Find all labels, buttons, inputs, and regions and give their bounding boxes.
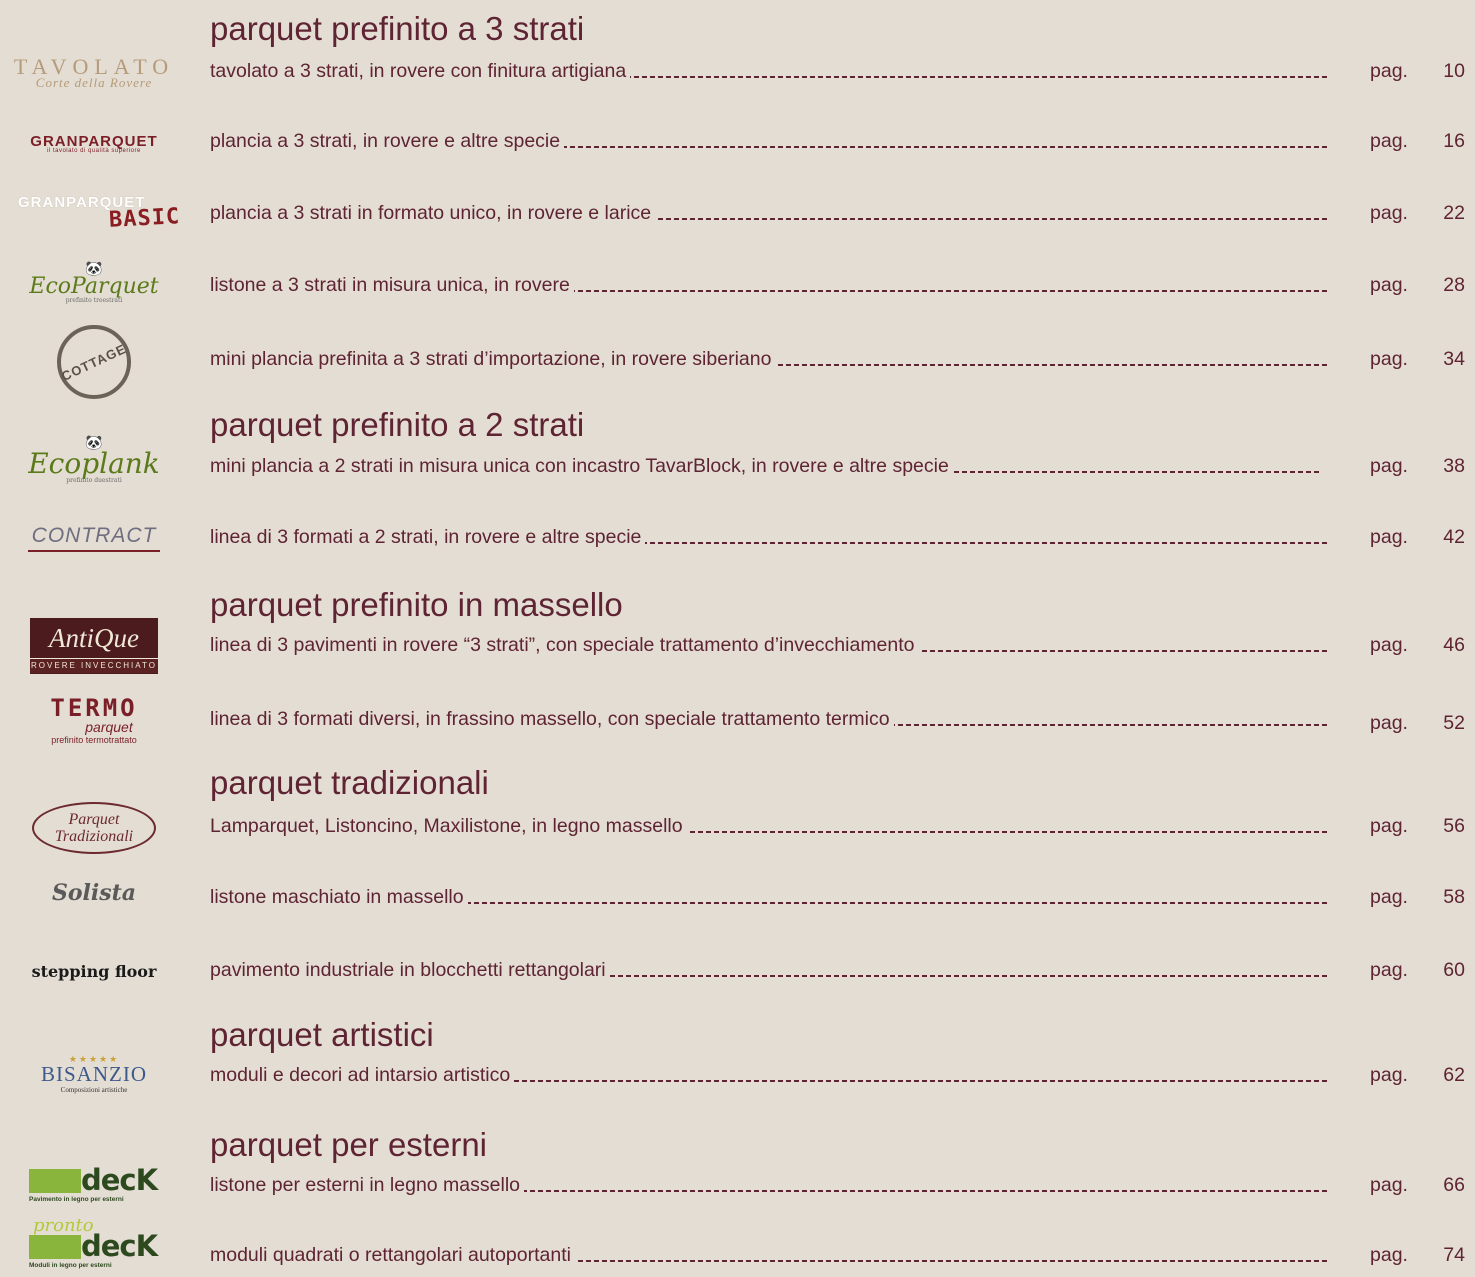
entry-page-number: 56 <box>1443 815 1465 837</box>
entry-page-label: pag. <box>1370 886 1408 908</box>
entry-page-label: pag. <box>1370 634 1408 656</box>
entry-description: mini plancia a 2 strati in misura unica … <box>210 454 953 478</box>
entry-page-label: pag. <box>1370 1244 1408 1266</box>
entry-page-label: pag. <box>1370 60 1408 82</box>
section-heading-esterni: parquet per esterni <box>210 1126 488 1163</box>
entry-page-number: 38 <box>1443 455 1465 477</box>
toc-entry[interactable]: plancia a 3 strati, in rovere e altre sp… <box>210 129 1465 153</box>
entry-page-number: 74 <box>1443 1244 1465 1266</box>
entry-description: moduli e decori ad intarsio artistico <box>210 1063 515 1087</box>
section-heading-3-strati: parquet prefinito a 3 strati <box>210 10 585 47</box>
logo-tavolato: TAVOLATO Corte della Rovere <box>13 53 175 90</box>
toc-entry[interactable]: plancia a 3 strati in formato unico, in … <box>210 201 1465 225</box>
entry-page-number: 58 <box>1443 886 1465 908</box>
entry-description: linea di 3 formati a 2 strati, in rovere… <box>210 525 646 549</box>
entry-description: plancia a 3 strati in formato unico, in … <box>210 201 656 225</box>
logo-pronto-deck: pronto decK Moduli in legno per esterni <box>29 1215 158 1269</box>
logo-antique: AntiQue ROVERE INVECCHIATO <box>14 616 174 676</box>
section-heading-massello: parquet prefinito in massello <box>210 586 623 623</box>
entry-page-label: pag. <box>1370 959 1408 981</box>
logo-ecoplank: 🐼 Ecoplank prefinito duestrati <box>28 435 160 484</box>
entry-description: linea di 3 formati diversi, in frassino … <box>210 707 894 731</box>
logo-granparquet-basic: GRANPARQUET BASIC <box>18 194 181 233</box>
logo-deck: decK Pavimento in legno per esterni <box>29 1163 158 1203</box>
toc-entry[interactable]: tavolato a 3 strati, in rovere con finit… <box>210 59 1465 83</box>
entry-page-label: pag. <box>1370 348 1408 370</box>
entry-description: listone maschiato in massello <box>210 885 468 909</box>
entry-description: mini plancia prefinita a 3 strati d’impo… <box>210 347 776 371</box>
logo-cottage: COTTAGE <box>14 322 174 402</box>
entry-description: Lamparquet, Listoncino, Maxilistone, in … <box>210 814 687 838</box>
logo-solista: Solista <box>51 880 137 906</box>
entry-description: pavimento industriale in blocchetti rett… <box>210 958 610 982</box>
section-heading-artistici: parquet artistici <box>210 1016 434 1053</box>
entry-description: tavolato a 3 strati, in rovere con finit… <box>210 59 631 83</box>
entry-page-number: 62 <box>1443 1064 1465 1086</box>
entry-page-number: 42 <box>1443 526 1465 548</box>
logo-contract: CONTRACT <box>14 518 174 558</box>
toc-entry[interactable]: pavimento industriale in blocchetti rett… <box>210 958 1465 982</box>
logo-stepping-floor: stepping floor <box>31 961 157 981</box>
toc-entry[interactable]: listone per esterni in legno massello pa… <box>210 1173 1465 1197</box>
entry-description: linea di 3 pavimenti in rovere “3 strati… <box>210 633 919 657</box>
entry-description: plancia a 3 strati, in rovere e altre sp… <box>210 129 565 153</box>
entry-page-label: pag. <box>1370 130 1408 152</box>
entry-description: listone a 3 strati in misura unica, in r… <box>210 273 574 297</box>
logo-ecoparquet: 🐼 EcoParquet prefinito treestrati <box>29 261 159 304</box>
entry-page-label: pag. <box>1370 526 1408 548</box>
entry-page-number: 66 <box>1443 1174 1465 1196</box>
entry-page-label: pag. <box>1370 712 1408 734</box>
entry-page-number: 16 <box>1443 130 1465 152</box>
logo-parquet-tradizionali: Parquet Tradizionali <box>14 798 174 858</box>
entry-description: listone per esterni in legno massello <box>210 1173 525 1197</box>
entry-page-number: 22 <box>1443 202 1465 224</box>
entry-page-label: pag. <box>1370 815 1408 837</box>
entry-page-number: 46 <box>1443 634 1465 656</box>
entry-page-number: 34 <box>1443 348 1465 370</box>
toc-entry[interactable]: listone a 3 strati in misura unica, in r… <box>210 273 1465 297</box>
toc-entry[interactable]: linea di 3 formati a 2 strati, in rovere… <box>210 525 1465 549</box>
logo-granparquet: GRANPARQUET il tavolato di qualità superi… <box>30 132 158 154</box>
entry-page-label: pag. <box>1370 1174 1408 1196</box>
entry-page-label: pag. <box>1370 1064 1408 1086</box>
entry-page-label: pag. <box>1370 274 1408 296</box>
entry-page-number: 28 <box>1443 274 1465 296</box>
entry-page-label: pag. <box>1370 202 1408 224</box>
toc-entry[interactable]: linea di 3 pavimenti in rovere “3 strati… <box>210 633 1465 657</box>
toc-entry[interactable]: mini plancia a 2 strati in misura unica … <box>210 454 1465 478</box>
toc-entry[interactable]: moduli quadrati o rettangolari autoporta… <box>210 1243 1465 1267</box>
toc-entry[interactable]: linea di 3 formati diversi, in frassino … <box>210 707 1465 734</box>
toc-entry[interactable]: mini plancia prefinita a 3 strati d’impo… <box>210 347 1465 371</box>
entry-description: moduli quadrati o rettangolari autoporta… <box>210 1243 575 1267</box>
logo-bisanzio: ★★★★★ BISANZIO Composizioni artistiche <box>41 1053 147 1094</box>
toc-entry[interactable]: listone maschiato in massello pag. 58 <box>210 885 1465 909</box>
toc-entry[interactable]: Lamparquet, Listoncino, Maxilistone, in … <box>210 814 1465 838</box>
entry-page-number: 10 <box>1443 60 1465 82</box>
logo-termo: TERMO parquet prefinito termotrattato <box>50 693 138 745</box>
entry-page-number: 60 <box>1443 959 1465 981</box>
entry-page-label: pag. <box>1370 455 1408 477</box>
section-heading-tradizionali: parquet tradizionali <box>210 764 489 801</box>
toc-entry[interactable]: moduli e decori ad intarsio artistico pa… <box>210 1063 1465 1087</box>
section-heading-2-strati: parquet prefinito a 2 strati <box>210 406 585 443</box>
entry-page-number: 52 <box>1443 712 1465 734</box>
